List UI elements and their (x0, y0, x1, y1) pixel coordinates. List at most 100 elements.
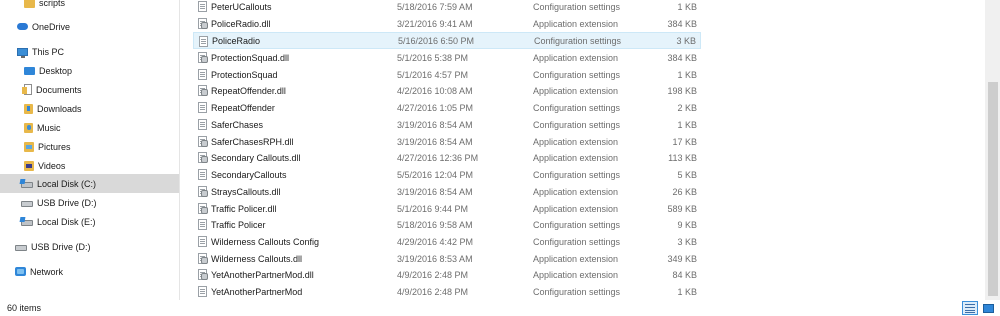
file-date: 5/1/2016 4:57 PM (397, 69, 469, 80)
nav-item-label: Documents (36, 84, 82, 95)
file-row[interactable]: StraysCallouts.dll 3/19/2016 8:54 AM App… (193, 183, 701, 200)
file-name: YetAnotherPartnerMod (211, 286, 303, 297)
file-row[interactable]: ProtectionSquad.dll 5/1/2016 5:38 PM App… (193, 49, 701, 66)
file-date: 4/9/2016 2:48 PM (397, 269, 469, 280)
nav-item-usb-drive-d-root[interactable]: USB Drive (D:) (15, 237, 91, 256)
file-row[interactable]: PoliceRadio.dll 3/21/2016 9:41 AM Applic… (193, 15, 701, 32)
nav-item-label: Desktop (39, 65, 73, 76)
nav-item-onedrive[interactable]: OneDrive (17, 17, 70, 36)
nav-item-documents[interactable]: Documents (22, 80, 82, 99)
config-file-icon (198, 102, 207, 113)
file-row[interactable]: RepeatOffender 4/27/2016 1:05 PM Configu… (193, 99, 701, 116)
file-type: Application extension (533, 253, 619, 264)
file-type: Application extension (533, 136, 619, 147)
file-row[interactable]: SaferChasesRPH.dll 3/19/2016 8:54 AM App… (193, 133, 701, 150)
nav-item-label: scripts (39, 0, 66, 8)
item-count: 60 items (7, 303, 42, 313)
file-row[interactable]: ProtectionSquad 5/1/2016 4:57 PM Configu… (193, 66, 701, 83)
nav-item-downloads[interactable]: Downloads (24, 99, 82, 118)
folder-icon (24, 0, 35, 8)
config-file-icon (198, 69, 207, 80)
file-size: 3 KB (676, 35, 696, 46)
nav-item-scripts[interactable]: scripts (24, 0, 65, 12)
file-date: 5/5/2016 12:04 PM (397, 169, 474, 180)
file-date: 3/19/2016 8:54 AM (397, 136, 473, 147)
file-size: 349 KB (667, 253, 697, 264)
file-date: 5/1/2016 9:44 PM (397, 203, 469, 214)
dll-file-icon (198, 186, 208, 197)
file-size: 1 KB (677, 119, 697, 130)
file-date: 3/21/2016 9:41 AM (397, 18, 473, 29)
file-row[interactable]: SecondaryCallouts 5/5/2016 12:04 PM Conf… (193, 166, 701, 183)
onedrive-icon (17, 23, 28, 30)
music-icon (24, 122, 33, 133)
dll-file-icon (198, 18, 208, 29)
scrollbar-thumb[interactable] (988, 82, 998, 296)
file-date: 4/27/2016 12:36 PM (397, 152, 479, 163)
file-type: Application extension (533, 203, 619, 214)
file-type: Configuration settings (533, 286, 621, 297)
file-row[interactable]: Traffic Policer 5/18/2016 9:58 AM Config… (193, 216, 701, 233)
nav-item-pictures[interactable]: Pictures (24, 137, 71, 156)
file-size: 3 KB (677, 236, 697, 247)
config-file-icon (198, 119, 207, 130)
nav-item-label: Local Disk (E:) (37, 216, 96, 227)
config-file-icon (198, 286, 207, 297)
config-file-icon (198, 236, 207, 247)
file-row[interactable]: Traffic Policer.dll 5/1/2016 9:44 PM App… (193, 200, 701, 217)
file-size: 1 KB (677, 69, 697, 80)
local-disk-icon (21, 182, 33, 188)
file-size: 9 KB (677, 219, 697, 230)
large-icons-view-button[interactable] (980, 301, 996, 315)
nav-item-this-pc[interactable]: This PC (17, 42, 64, 61)
file-size: 384 KB (667, 52, 697, 63)
nav-item-music[interactable]: Music (24, 118, 61, 137)
file-row[interactable]: Wilderness Callouts Config 4/29/2016 4:4… (193, 233, 701, 250)
file-row[interactable]: Secondary Callouts.dll 4/27/2016 12:36 P… (193, 149, 701, 166)
file-row-selected[interactable]: PoliceRadio 5/16/2016 6:50 PM Configurat… (193, 32, 701, 49)
file-row[interactable]: YetAnotherPartnerMod 4/9/2016 2:48 PM Co… (193, 283, 701, 300)
nav-item-label: Network (30, 266, 64, 277)
nav-item-label: Local Disk (C:) (37, 178, 97, 189)
file-type: Application extension (533, 52, 619, 63)
file-row[interactable]: RepeatOffender.dll 4/2/2016 10:08 AM App… (193, 82, 701, 99)
file-size: 198 KB (667, 85, 697, 96)
details-view-button[interactable] (962, 301, 978, 315)
file-row[interactable]: YetAnotherPartnerMod.dll 4/9/2016 2:48 P… (193, 266, 701, 283)
file-type: Application extension (533, 269, 619, 280)
file-date: 3/19/2016 8:53 AM (397, 253, 473, 264)
file-size: 113 KB (668, 152, 697, 163)
file-size: 2 KB (677, 102, 697, 113)
computer-icon (17, 47, 28, 58)
dll-file-icon (198, 203, 208, 214)
file-size: 84 KB (672, 269, 697, 280)
file-size: 1 KB (677, 286, 697, 297)
videos-icon (24, 160, 34, 171)
file-row[interactable]: Wilderness Callouts.dll 3/19/2016 8:53 A… (193, 250, 701, 267)
file-type: Configuration settings (533, 169, 621, 180)
desktop-icon (24, 66, 35, 75)
nav-item-network[interactable]: Network (15, 262, 63, 281)
file-row[interactable]: PeterUCallouts 5/18/2016 7:59 AM Configu… (193, 0, 701, 15)
file-date: 3/19/2016 8:54 AM (397, 119, 473, 130)
file-date: 4/27/2016 1:05 PM (397, 102, 474, 113)
nav-item-label: Videos (38, 160, 66, 171)
file-type: Application extension (533, 85, 619, 96)
file-row[interactable]: SaferChases 3/19/2016 8:54 AM Configurat… (193, 116, 701, 133)
nav-item-local-disk-e[interactable]: Local Disk (E:) (21, 212, 96, 231)
vertical-scrollbar[interactable] (985, 0, 1000, 300)
dll-file-icon (198, 85, 208, 96)
downloads-icon (24, 103, 33, 114)
nav-item-desktop[interactable]: Desktop (24, 61, 72, 80)
file-date: 5/1/2016 5:38 PM (397, 52, 469, 63)
nav-item-local-disk-c[interactable]: Local Disk (C:) (0, 174, 179, 193)
file-type: Configuration settings (533, 102, 621, 113)
file-type: Configuration settings (534, 35, 622, 46)
file-name: Wilderness Callouts.dll (211, 253, 303, 264)
nav-item-videos[interactable]: Videos (24, 156, 65, 175)
file-type: Application extension (533, 18, 619, 29)
network-icon (15, 267, 26, 276)
nav-item-label: OneDrive (32, 21, 71, 32)
nav-item-usb-drive-d[interactable]: USB Drive (D:) (21, 193, 97, 212)
usb-drive-icon (15, 245, 27, 251)
